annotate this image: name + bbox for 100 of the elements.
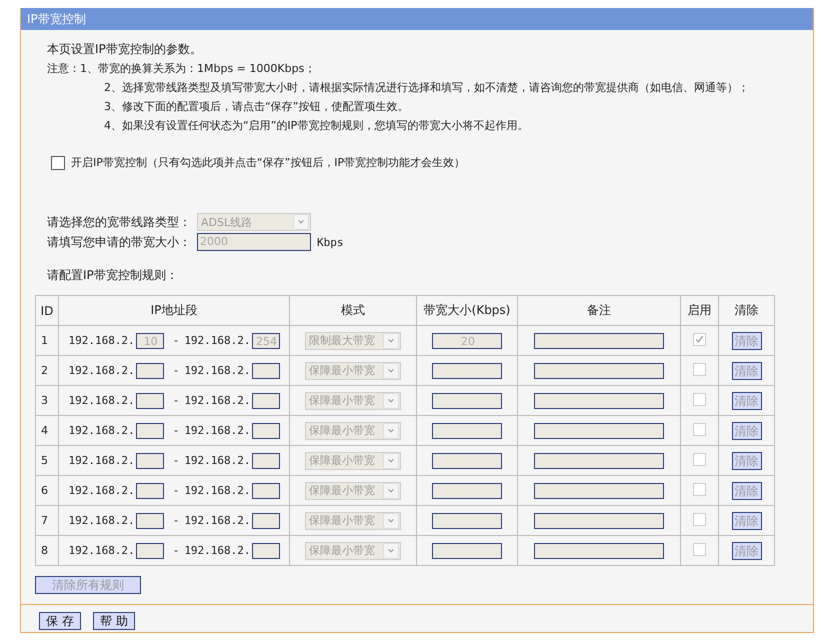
range-dash: - [172, 514, 180, 527]
enabled-checkbox[interactable] [693, 392, 706, 406]
ip-start-field[interactable] [136, 362, 164, 378]
clear-button[interactable]: 清除 [732, 422, 762, 440]
ip-end-field[interactable] [252, 362, 280, 378]
ip-end-field[interactable] [252, 392, 280, 408]
enabled-checkbox[interactable] [693, 512, 706, 526]
note-field[interactable] [534, 512, 664, 528]
mode-select[interactable]: 保障最小带宽 [305, 362, 401, 380]
id-cell: 6 [36, 476, 58, 506]
note-field[interactable] [534, 392, 664, 408]
enabled-checkbox[interactable] [693, 452, 706, 466]
bandwidth-cell-field[interactable] [432, 422, 502, 438]
id-cell: 1 [36, 326, 58, 356]
note-field[interactable] [534, 482, 664, 498]
ip-start-field[interactable] [136, 392, 164, 408]
ip-prefix: 192.168.2. [184, 544, 251, 557]
range-dash: - [172, 454, 180, 467]
enabled-checkbox[interactable] [693, 542, 706, 556]
ip-start-field[interactable] [136, 482, 164, 498]
note-field[interactable] [534, 362, 664, 378]
clear-button[interactable]: 清除 [732, 482, 762, 500]
note-field[interactable] [534, 542, 664, 558]
bandwidth-cell-field[interactable]: 20 [432, 332, 502, 348]
line-type-select[interactable]: ADSL线路 [197, 213, 311, 231]
ip-end-field[interactable] [252, 452, 280, 468]
dropdown-icon [383, 362, 399, 378]
dropdown-icon [383, 392, 399, 408]
clear-button[interactable]: 清除 [732, 392, 762, 410]
bandwidth-cell-field[interactable] [432, 482, 502, 498]
enabled-checkbox[interactable] [693, 422, 706, 436]
id-cell: 8 [36, 536, 58, 566]
bandwidth-cell-field[interactable] [432, 542, 502, 558]
ip-start-field[interactable] [136, 452, 164, 468]
ip-end-field[interactable]: 254 [252, 332, 280, 348]
id-cell: 4 [36, 416, 58, 446]
id-cell: 2 [36, 356, 58, 386]
bandwidth-cell-field[interactable] [432, 392, 502, 408]
mode-select[interactable]: 保障最小带宽 [305, 542, 401, 560]
clear-all-button[interactable]: 清除所有规则 [35, 576, 141, 594]
mode-select[interactable]: 保障最小带宽 [305, 392, 401, 410]
ip-prefix: 192.168.2. [68, 364, 135, 377]
note-field[interactable] [534, 422, 664, 438]
column-header: 模式 [290, 296, 416, 326]
enabled-checkbox[interactable] [693, 482, 706, 496]
ip-prefix: 192.168.2. [184, 424, 251, 437]
ip-start-field[interactable] [136, 512, 164, 528]
column-header: 备注 [518, 296, 680, 326]
dropdown-icon [293, 214, 309, 230]
enable-label: 开启IP带宽控制（只有勾选此项并点击“保存”按钮后，IP带宽控制功能才会生效） [71, 155, 466, 171]
column-header: 带宽大小(Kbps) [416, 296, 518, 326]
id-cell: 7 [36, 506, 58, 536]
bandwidth-cell-field[interactable] [432, 452, 502, 468]
column-header: ID [36, 296, 58, 326]
dropdown-icon [383, 332, 399, 348]
column-header: 启用 [680, 296, 718, 326]
bandwidth-cell-field[interactable] [432, 512, 502, 528]
ip-prefix: 192.168.2. [68, 394, 135, 407]
mode-select[interactable]: 限制最大带宽 [305, 332, 401, 350]
clear-button[interactable]: 清除 [732, 332, 762, 350]
column-header: IP地址段 [58, 296, 290, 326]
note-field[interactable] [534, 452, 664, 468]
bandwidth-cell-field[interactable] [432, 362, 502, 378]
clear-button[interactable]: 清除 [732, 542, 762, 560]
ip-prefix: 192.168.2. [68, 454, 135, 467]
dropdown-icon [383, 512, 399, 528]
enable-checkbox[interactable] [51, 156, 65, 170]
ip-end-field[interactable] [252, 482, 280, 498]
ip-end-field[interactable] [252, 542, 280, 558]
bandwidth-field[interactable]: 2000 [197, 233, 311, 251]
rules-title: 请配置IP带宽控制规则： [47, 267, 179, 284]
enabled-checkbox[interactable] [693, 332, 706, 346]
bandwidth-unit: Kbps [317, 236, 344, 248]
note-text: 1、带宽的换算关系为：1Mbps = 1000Kbps； [80, 61, 316, 77]
ip-prefix: 192.168.2. [184, 454, 251, 467]
mode-select[interactable]: 保障最小带宽 [305, 422, 401, 440]
id-cell: 3 [36, 386, 58, 416]
note-text: 2、选择宽带线路类型及填写带宽大小时，请根据实际情况进行选择和填写，如不清楚，请咨询您的带宽提供商（如电信、网通等）； [104, 80, 749, 96]
ip-prefix: 192.168.2. [68, 484, 135, 497]
mode-select[interactable]: 保障最小带宽 [305, 512, 401, 530]
mode-select[interactable]: 保障最小带宽 [305, 452, 401, 470]
note-field[interactable] [534, 332, 664, 348]
ip-end-field[interactable] [252, 422, 280, 438]
dropdown-icon [383, 542, 399, 558]
clear-button[interactable]: 清除 [732, 452, 762, 470]
ip-start-field[interactable] [136, 422, 164, 438]
clear-button[interactable]: 清除 [732, 512, 762, 530]
enabled-checkbox[interactable] [693, 362, 706, 376]
ip-start-field[interactable]: 10 [136, 332, 164, 348]
clear-button[interactable]: 清除 [732, 362, 762, 380]
ip-end-field[interactable] [252, 512, 280, 528]
ip-start-field[interactable] [136, 542, 164, 558]
ip-prefix: 192.168.2. [68, 424, 135, 437]
range-dash: - [172, 394, 180, 407]
note-text: 3、修改下面的配置项后，请点击“保存”按钮，使配置项生效。 [104, 99, 410, 115]
ip-prefix: 192.168.2. [184, 364, 251, 377]
dropdown-icon [383, 422, 399, 438]
help-button[interactable]: 帮 助 [93, 612, 135, 630]
save-button[interactable]: 保 存 [39, 612, 81, 630]
mode-select[interactable]: 保障最小带宽 [305, 482, 401, 500]
